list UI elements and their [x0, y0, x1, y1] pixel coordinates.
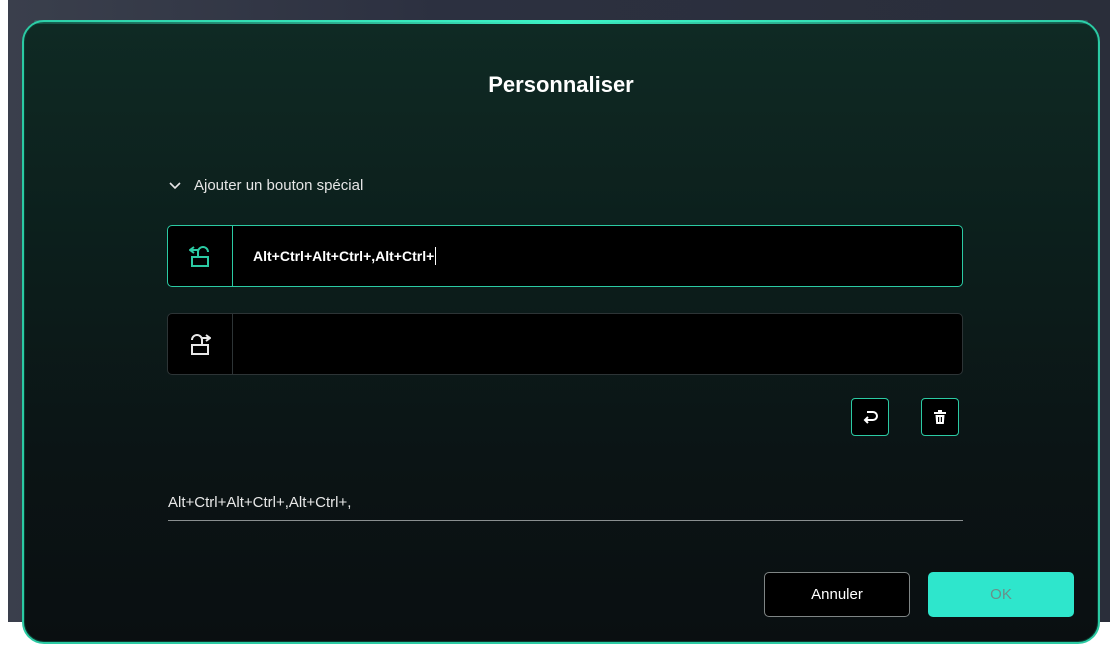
text-caret	[435, 247, 437, 265]
shortcut-input-1[interactable]: Alt+Ctrl+Alt+Ctrl+,Alt+Ctrl+	[233, 226, 962, 286]
shortcut-field-2[interactable]	[167, 313, 963, 375]
dialog-title: Personnaliser	[488, 72, 634, 97]
chevron-down-icon	[169, 181, 181, 189]
undo-icon	[863, 411, 878, 424]
ok-button[interactable]: OK	[928, 572, 1074, 617]
cancel-button[interactable]: Annuler	[764, 572, 910, 617]
dialog-top-glow	[34, 20, 1088, 24]
delete-button[interactable]	[921, 398, 959, 436]
shortcut-input-2[interactable]	[233, 314, 962, 374]
section-label: Ajouter un bouton spécial	[194, 177, 364, 194]
add-special-button-toggle[interactable]: Ajouter un bouton spécial	[168, 177, 363, 194]
shortcut-value-1: Alt+Ctrl+Alt+Ctrl+,Alt+Ctrl+	[253, 248, 435, 264]
unlock-rotate-left-icon	[168, 226, 233, 286]
shortcut-preview: Alt+Ctrl+Alt+Ctrl+,Alt+Ctrl+,	[168, 494, 963, 521]
unlock-rotate-right-icon	[168, 314, 233, 374]
undo-button[interactable]	[851, 398, 889, 436]
trash-icon	[934, 410, 946, 424]
customize-dialog: Personnaliser Ajouter un bouton spécial …	[22, 20, 1100, 644]
shortcut-field-1[interactable]: Alt+Ctrl+Alt+Ctrl+,Alt+Ctrl+	[167, 225, 963, 287]
